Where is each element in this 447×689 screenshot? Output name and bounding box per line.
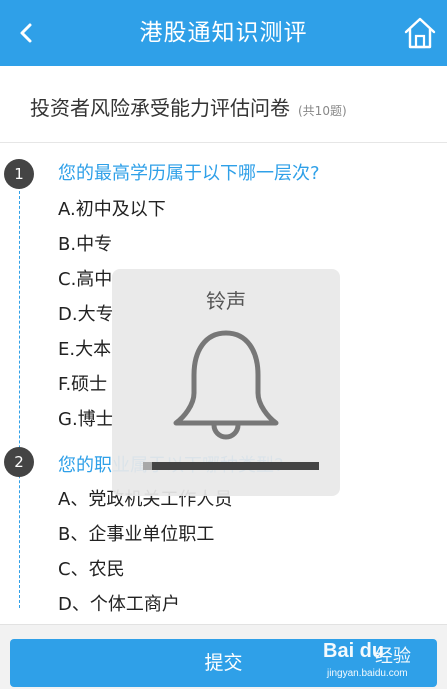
watermark-url: jingyan.baidu.com: [327, 668, 408, 679]
ringtone-volume-overlay: 铃声: [112, 269, 340, 496]
home-icon: [404, 17, 436, 49]
option-item[interactable]: B.中专: [58, 230, 112, 256]
option-item[interactable]: D、个体工商户: [58, 590, 180, 616]
app-header: 港股通知识测评: [0, 0, 447, 66]
option-item[interactable]: D.大专: [58, 300, 114, 326]
watermark-text: 经验: [375, 646, 411, 667]
volume-bar-fill: [143, 462, 152, 470]
option-item[interactable]: F.硕士: [58, 370, 107, 396]
option-item[interactable]: B、企事业单位职工: [58, 520, 214, 546]
option-item[interactable]: G.博士: [58, 405, 114, 431]
option-item[interactable]: C、农民: [58, 555, 125, 581]
option-item[interactable]: C.高中: [58, 265, 112, 291]
baidu-jingyan-watermark: Bai du 经验 jingyan.baidu.com: [321, 640, 441, 684]
overlay-title: 铃声: [206, 289, 246, 313]
volume-bar[interactable]: [143, 462, 319, 470]
question-count: (共10题): [298, 104, 347, 118]
question-timeline: [19, 176, 20, 608]
bell-icon: [173, 330, 279, 440]
home-button[interactable]: [399, 12, 441, 54]
question-title: 您的最高学历属于以下哪一层次?: [58, 163, 320, 184]
question-number-badge: 1: [4, 159, 34, 189]
option-item[interactable]: A.初中及以下: [58, 195, 166, 221]
page-title: 港股通知识测评: [139, 20, 308, 46]
option-item[interactable]: E.大本: [58, 335, 111, 361]
questionnaire-title: 投资者风险承受能力评估问卷 (共10题): [30, 92, 347, 121]
questionnaire-title-text: 投资者风险承受能力评估问卷: [30, 96, 290, 120]
questionnaire-header: 投资者风险承受能力评估问卷 (共10题): [0, 66, 447, 143]
question-number-badge: 2: [4, 447, 34, 477]
